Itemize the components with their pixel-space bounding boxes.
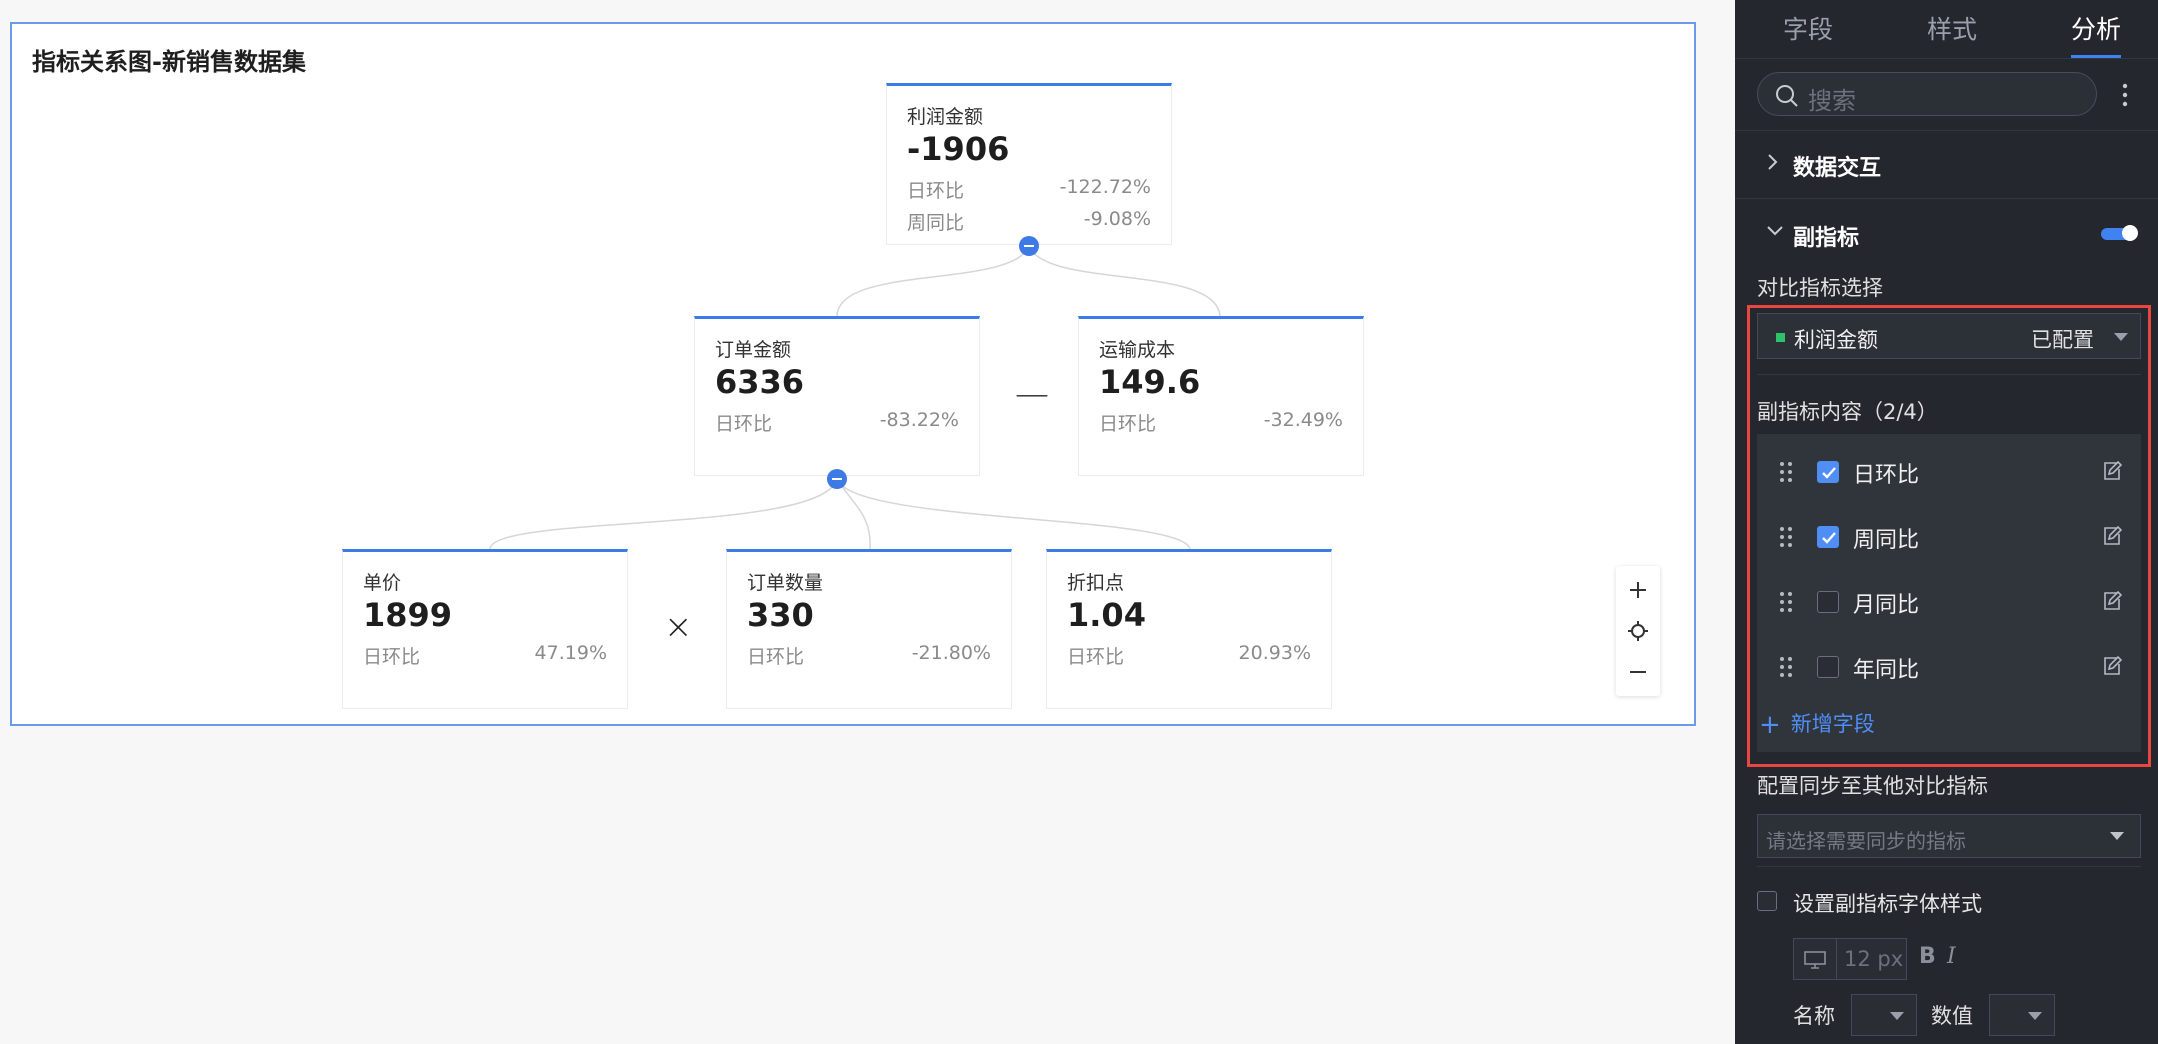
sub-metric-row: 日环比 47.19%: [363, 642, 607, 669]
edge-order-qty: [836, 478, 871, 550]
metric-node-unit-price[interactable]: 单价 1899 日环比 47.19%: [342, 549, 628, 709]
bold-button[interactable]: B: [1919, 944, 1936, 969]
sub-metric-row: 日环比 -122.72%: [907, 176, 1151, 203]
locate-icon[interactable]: [1616, 611, 1660, 651]
zoom-out-icon[interactable]: [1616, 652, 1660, 692]
search-placeholder: 搜索: [1808, 87, 1856, 115]
sub-metric-toggle[interactable]: [2101, 225, 2138, 241]
section-data-interaction[interactable]: 数据交互: [1793, 150, 1881, 182]
font-size-input[interactable]: 12 px: [1793, 938, 1907, 980]
metric-node-discount[interactable]: 折扣点 1.04 日环比 20.93%: [1046, 549, 1332, 709]
sub-metric-value: -9.08%: [1083, 208, 1151, 230]
compare-metric-label: 对比指标选择: [1757, 276, 1883, 300]
sub-metric-label: 日环比: [715, 413, 773, 435]
sync-placeholder: 请选择需要同步的指标: [1766, 829, 1966, 853]
sub-metric-value: -122.72%: [1059, 176, 1151, 198]
italic-button[interactable]: I: [1947, 944, 1956, 969]
sync-metric-select[interactable]: 请选择需要同步的指标: [1757, 814, 2141, 858]
sub-metric-value: -21.80%: [911, 642, 991, 664]
collapse-node-button[interactable]: [827, 469, 847, 489]
metric-node-profit[interactable]: 利润金额 -1906 日环比 -122.72% 周同比 -9.08%: [886, 83, 1172, 245]
chevron-right-icon[interactable]: [1765, 152, 1779, 172]
chart-canvas: 指标关系图-新销售数据集 利润金额 -1906 日环比 -122.72% 周同比…: [10, 22, 1696, 726]
search-input[interactable]: 搜索: [1757, 72, 2097, 116]
node-value: -1906: [907, 130, 1010, 168]
name-color-select[interactable]: [1851, 994, 1917, 1036]
node-name: 利润金额: [907, 106, 984, 128]
divider: [1735, 58, 2158, 59]
caret-down-icon: [2110, 832, 2124, 840]
sub-metric-value: 47.19%: [534, 642, 607, 664]
sub-metric-label: 日环比: [907, 180, 965, 202]
node-name: 折扣点: [1067, 572, 1125, 594]
node-value: 149.6: [1099, 363, 1201, 401]
multiply-operator: ×: [664, 607, 693, 647]
collapse-node-button[interactable]: [1019, 236, 1039, 256]
more-icon[interactable]: [2119, 82, 2131, 108]
name-label: 名称: [1793, 1004, 1835, 1028]
sub-metric-row: 日环比 -21.80%: [747, 642, 991, 669]
divider: [1735, 130, 2158, 131]
metric-node-order-quantity[interactable]: 订单数量 330 日环比 -21.80%: [726, 549, 1012, 709]
sub-metric-value: -32.49%: [1263, 409, 1343, 431]
node-name: 运输成本: [1099, 339, 1176, 361]
edge-root-order: [836, 245, 1030, 317]
search-icon: [1776, 85, 1798, 107]
sub-metric-row: 日环比 20.93%: [1067, 642, 1311, 669]
value-label: 数值: [1931, 1004, 1973, 1028]
sync-label: 配置同步至其他对比指标: [1757, 774, 1988, 798]
sub-metric-label: 日环比: [1067, 646, 1125, 668]
edge-root-shipping: [1028, 245, 1221, 317]
divider: [1735, 198, 2158, 199]
node-value: 1899: [363, 596, 453, 634]
node-name: 订单数量: [747, 572, 824, 594]
node-value: 330: [747, 596, 814, 634]
sub-metric-row: 日环比 -83.22%: [715, 409, 959, 436]
node-value: 1.04: [1067, 596, 1146, 634]
sub-metric-value: 20.93%: [1238, 642, 1311, 664]
settings-panel: 字段 样式 分析 搜索 数据交互 副指标 对比指标选择 利润金额 已配置 副指标…: [1735, 0, 2158, 1044]
edge-order-discount: [836, 478, 1191, 550]
highlight-box: [1747, 305, 2151, 767]
minus-operator: —: [1015, 374, 1049, 414]
tab-analysis[interactable]: 分析: [2071, 10, 2121, 46]
sub-metric-label: 日环比: [1099, 413, 1157, 435]
font-style-checkbox[interactable]: [1757, 891, 1777, 911]
metric-node-order-amount[interactable]: 订单金额 6336 日环比 -83.22%: [694, 316, 980, 476]
sub-metric-value: -83.22%: [879, 409, 959, 431]
sub-metric-label: 日环比: [747, 646, 805, 668]
zoom-toolbar: [1616, 566, 1660, 696]
tab-style[interactable]: 样式: [1927, 10, 1977, 46]
section-sub-metric[interactable]: 副指标: [1793, 220, 1859, 252]
font-style-label: 设置副指标字体样式: [1793, 892, 1982, 916]
node-value: 6336: [715, 363, 805, 401]
zoom-in-icon[interactable]: [1616, 570, 1660, 610]
edge-order-price: [489, 478, 838, 550]
divider: [1757, 866, 2141, 867]
metric-node-shipping-cost[interactable]: 运输成本 149.6 日环比 -32.49%: [1078, 316, 1364, 476]
sub-metric-label: 日环比: [363, 646, 421, 668]
tab-fields[interactable]: 字段: [1783, 10, 1833, 46]
sub-metric-label: 周同比: [907, 212, 965, 234]
chevron-down-icon[interactable]: [1765, 224, 1785, 238]
sub-metric-row: 日环比 -32.49%: [1099, 409, 1343, 436]
sub-metric-row: 周同比 -9.08%: [907, 208, 1151, 235]
value-color-select[interactable]: [1989, 994, 2055, 1036]
font-size-value: 12 px: [1844, 947, 1904, 971]
monitor-icon: [1804, 951, 1826, 969]
node-name: 订单金额: [715, 339, 792, 361]
node-name: 单价: [363, 572, 402, 594]
